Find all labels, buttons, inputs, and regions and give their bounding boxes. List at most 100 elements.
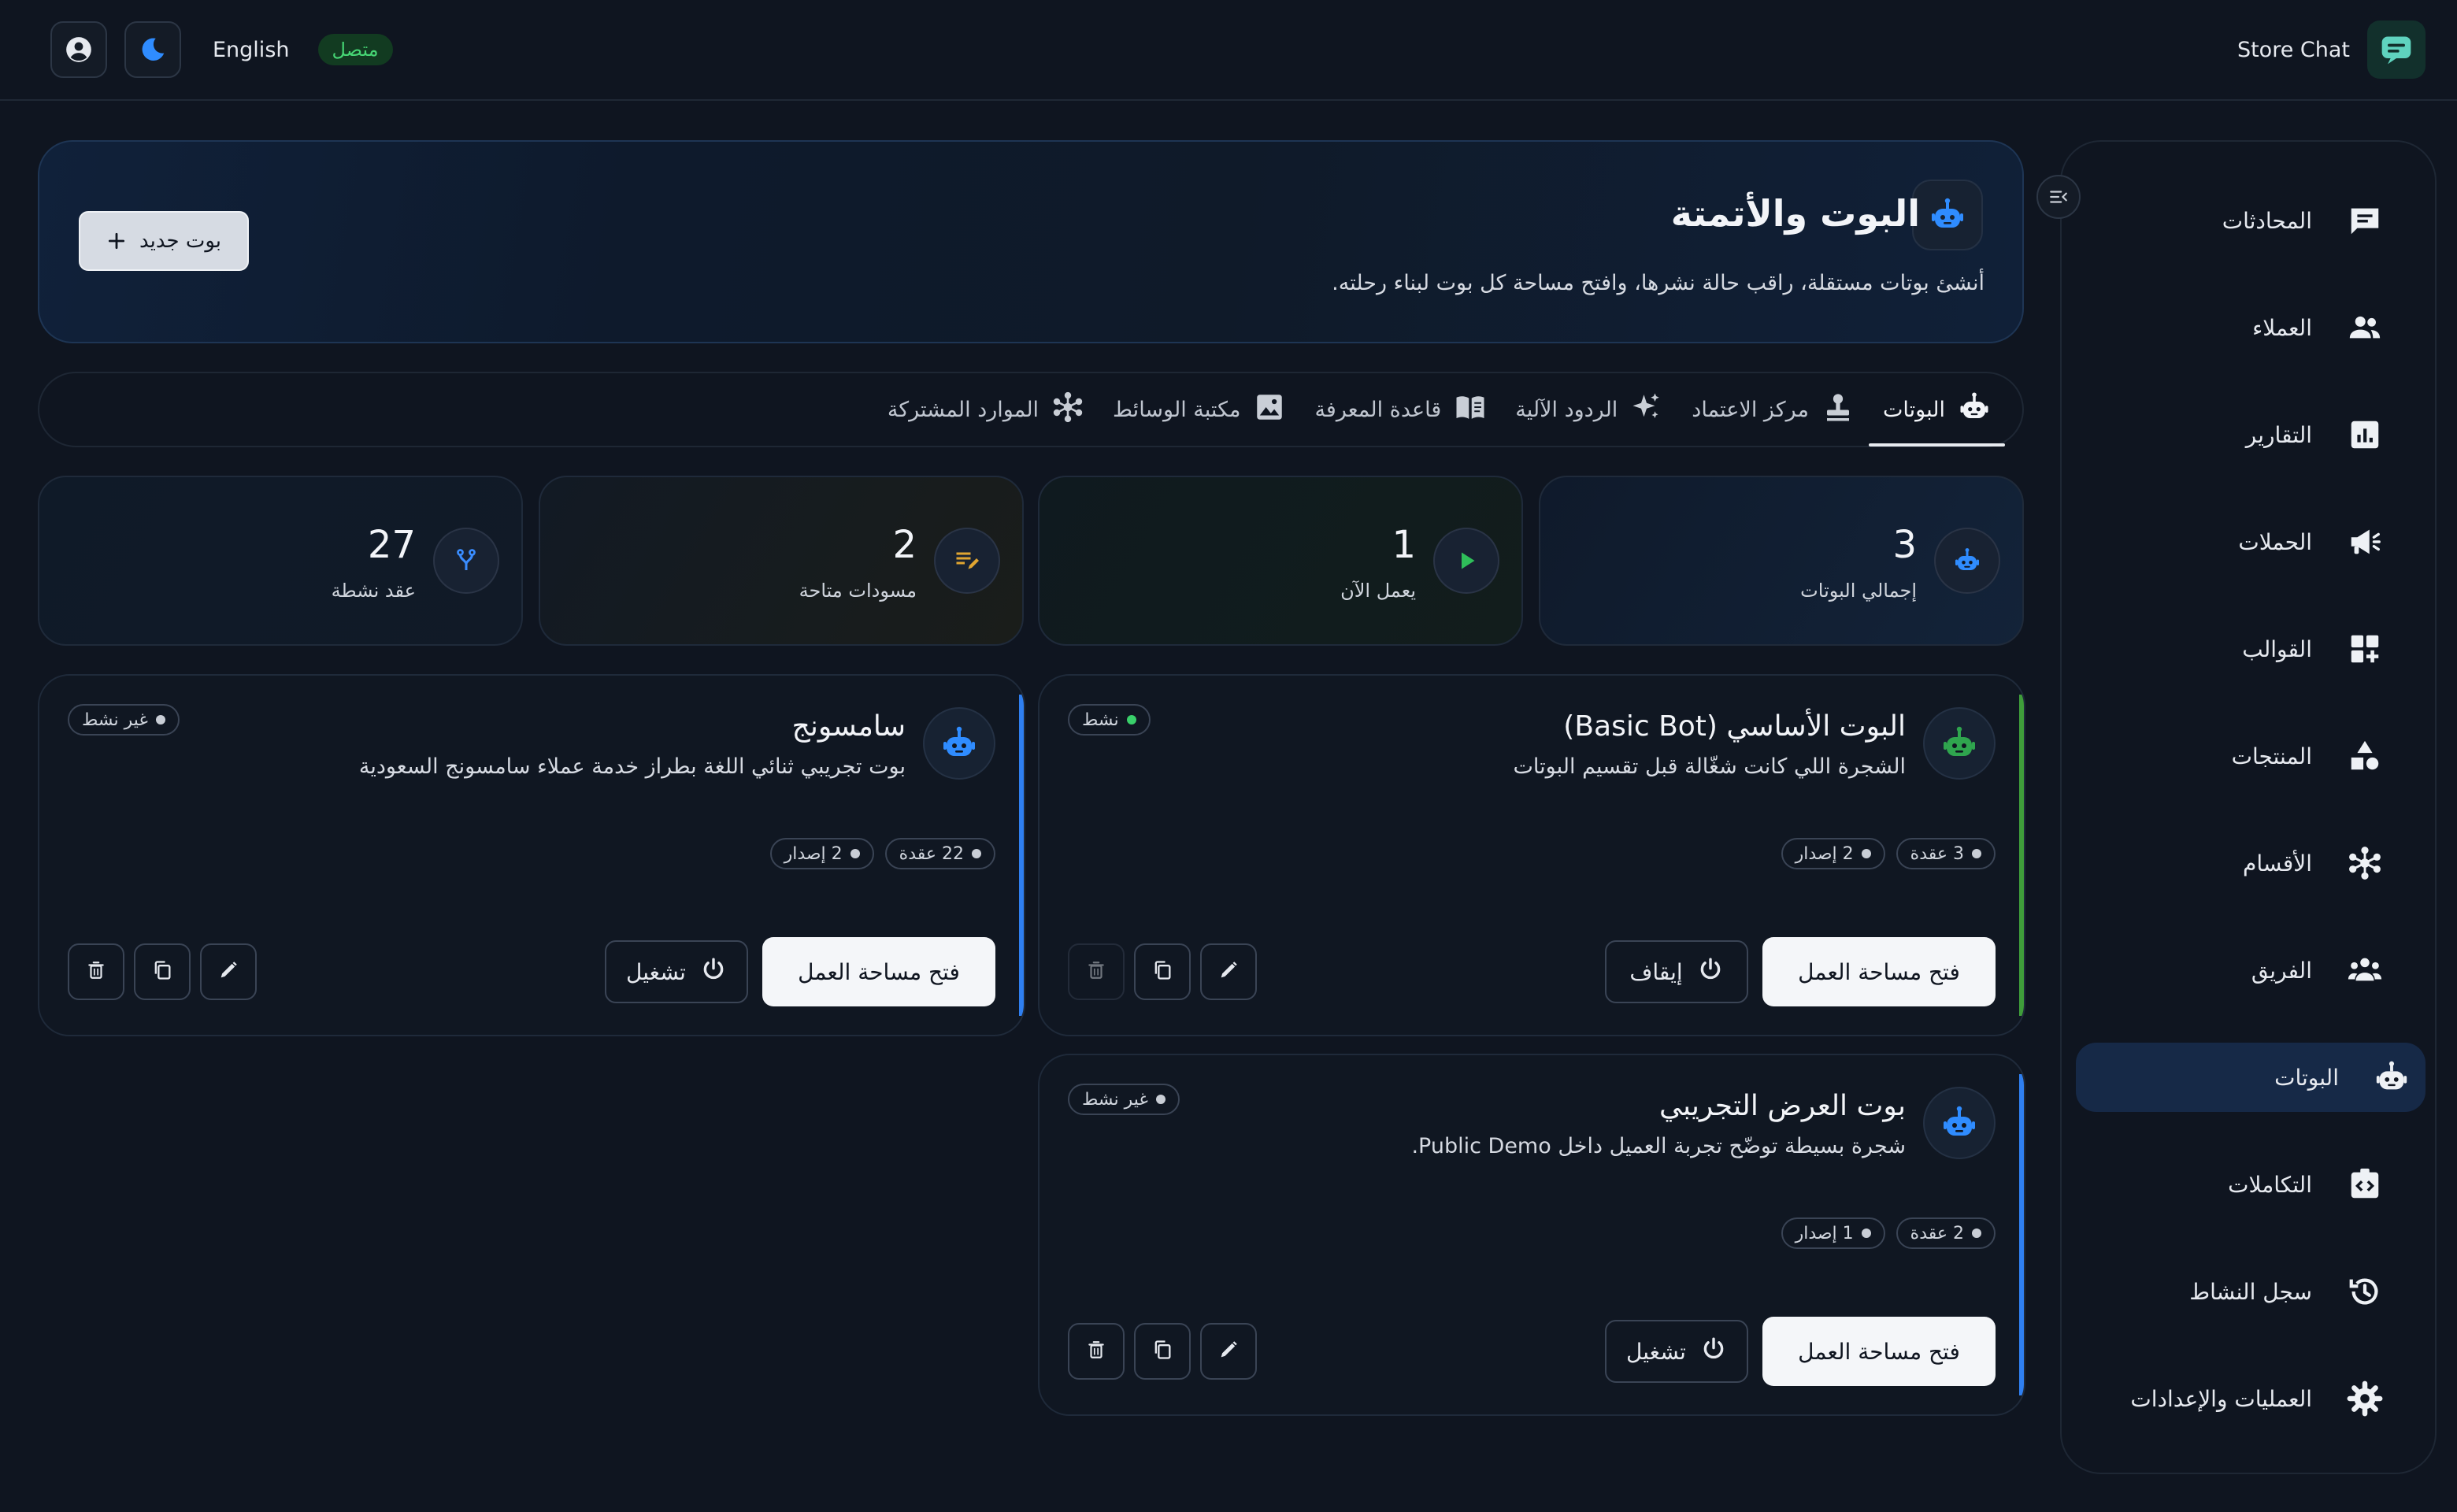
tab-label: البوتات	[1883, 397, 1945, 422]
chat-logo-icon	[2381, 36, 2411, 65]
sidebar-collapse-button[interactable]	[2036, 175, 2081, 219]
tab-image[interactable]: مكتبة الوسائط	[1099, 372, 1300, 447]
status-accent-bar	[2019, 695, 2024, 1016]
pencil-icon	[1217, 1339, 1240, 1364]
toggle-bot-button[interactable]: تشغيل	[1605, 1320, 1748, 1383]
bot-icon	[1934, 528, 2000, 594]
language-switch[interactable]: English	[213, 38, 290, 62]
sidebar-item-report[interactable]: التقارير	[2049, 400, 2399, 469]
sidebar-item-integration[interactable]: التكاملات	[2049, 1150, 2399, 1219]
delete-button[interactable]	[68, 943, 124, 1000]
bot-title: البوت الأساسي (Basic Bot)	[1563, 710, 1906, 743]
tab-hub[interactable]: الموارد المشتركة	[873, 372, 1099, 447]
sidebar-item-label: التقارير	[2245, 421, 2312, 448]
status-label: غير نشط	[1082, 1089, 1148, 1110]
sidebar-item-bot[interactable]: البوتات	[2076, 1043, 2426, 1112]
tab-sparkle[interactable]: الردود الآلية	[1501, 372, 1677, 447]
stat-card-edit-note: 2 مسودات متاحة	[539, 476, 1024, 646]
stat-label: مسودات متاحة	[799, 580, 917, 602]
new-bot-button[interactable]: بوت جديد	[79, 211, 249, 271]
pencil-icon	[1217, 959, 1240, 984]
bot-meta: 3 عقدة 2 إصدار	[1781, 838, 1996, 869]
theme-toggle-button[interactable]	[124, 21, 181, 78]
open-workspace-button[interactable]: فتح مساحة العمل	[1762, 1317, 1996, 1386]
brand: Store Chat	[2237, 20, 2426, 79]
power-icon	[700, 956, 727, 988]
toggle-bot-button[interactable]: إيقاف	[1605, 940, 1748, 1003]
templates-icon	[2347, 631, 2383, 667]
sidebar-item-label: البوتات	[2274, 1064, 2339, 1091]
sidebar-item-label: الأقسام	[2243, 850, 2312, 876]
delete-button[interactable]	[1068, 1323, 1125, 1380]
sidebar-item-team[interactable]: الفريق	[2049, 936, 2399, 1005]
team-icon	[2347, 952, 2383, 988]
fork-icon	[433, 528, 499, 594]
open-workspace-button[interactable]: فتح مساحة العمل	[762, 937, 995, 1006]
sidebar-item-label: الحملات	[2238, 528, 2312, 555]
duplicate-button[interactable]	[1134, 1323, 1191, 1380]
bot-card: سامسونج بوت تجريبي ثنائي اللغة بطراز خدم…	[38, 674, 1025, 1036]
copy-icon	[1151, 1339, 1173, 1364]
play-icon	[1433, 528, 1499, 594]
power-icon	[1700, 1336, 1727, 1368]
plus-icon	[108, 232, 125, 250]
tab-bot[interactable]: البوتات	[1869, 372, 2005, 447]
moon-icon	[142, 38, 165, 61]
edit-button[interactable]	[1200, 943, 1257, 1000]
stat-label: يعمل الآن	[1340, 580, 1416, 602]
account-icon	[66, 37, 91, 62]
bot-meta: 2 عقدة 1 إصدار	[1781, 1217, 1996, 1249]
brand-name: Store Chat	[2236, 37, 2350, 62]
status-label: نشط	[1082, 710, 1119, 730]
edit-button[interactable]	[1200, 1323, 1257, 1380]
duplicate-button[interactable]	[1134, 943, 1191, 1000]
sidebar-item-gear[interactable]: العمليات والإعدادات	[2049, 1364, 2399, 1433]
copy-icon	[151, 959, 173, 984]
power-icon	[1697, 956, 1724, 988]
status-label: غير نشط	[82, 710, 148, 730]
versions-count-chip: 2 إصدار	[769, 838, 874, 869]
trash-icon	[1086, 960, 1106, 984]
sidebar-item-hub[interactable]: الأقسام	[2049, 828, 2399, 898]
chip-dot	[1861, 849, 1871, 858]
delete-button[interactable]	[1068, 943, 1125, 1000]
bot-card: بوت العرض التجريبي شجرة بسيطة توضّح تجرب…	[1038, 1054, 2025, 1416]
sparkle-icon	[1630, 391, 1663, 429]
open-workspace-button[interactable]: فتح مساحة العمل	[1762, 937, 1996, 1006]
tab-stamp[interactable]: مركز الاعتماد	[1677, 372, 1869, 447]
pencil-icon	[217, 959, 239, 984]
sidebar-item-megaphone[interactable]: الحملات	[2049, 507, 2399, 576]
tab-book[interactable]: قاعدة المعرفة	[1300, 372, 1501, 447]
stat-card-play: 1 يعمل الآن	[1038, 476, 1523, 646]
connection-status-badge: متصل	[317, 34, 393, 65]
versions-count-chip: 2 إصدار	[1781, 838, 1885, 869]
page-header-card: البوت والأتمتة أنشئ بوتات مستقلة، راقب ح…	[38, 140, 2024, 343]
sidebar-item-label: المحادثات	[2222, 207, 2312, 234]
status-dot	[1155, 1095, 1166, 1104]
bot-icon	[923, 707, 995, 780]
stat-value: 3	[1892, 523, 1917, 567]
edit-button[interactable]	[200, 943, 257, 1000]
trash-icon	[1086, 1340, 1106, 1363]
sidebar-item-templates[interactable]: القوالب	[2049, 614, 2399, 684]
sidebar-item-users[interactable]: العملاء	[2049, 293, 2399, 362]
tab-label: مركز الاعتماد	[1692, 397, 1810, 422]
nodes-count: 3 عقدة	[1910, 843, 1964, 864]
page-title: البوت والأتمتة	[1670, 192, 1920, 235]
report-icon	[2347, 417, 2383, 453]
versions-count: 2 إصدار	[1795, 843, 1854, 864]
toggle-label: تشغيل	[1626, 1338, 1686, 1365]
sidebar-item-shapes[interactable]: المنتجات	[2049, 721, 2399, 791]
nodes-count-chip: 3 عقدة	[1896, 838, 1996, 869]
chip-dot	[1972, 849, 1981, 858]
stat-value: 27	[367, 523, 416, 567]
nodes-count: 22 عقدة	[899, 843, 964, 864]
collapse-icon	[2050, 191, 2067, 203]
account-button[interactable]	[50, 21, 107, 78]
sidebar-item-history[interactable]: سجل النشاط	[2049, 1257, 2399, 1326]
bot-icon	[1923, 1087, 1996, 1159]
toggle-bot-button[interactable]: تشغيل	[605, 940, 748, 1003]
duplicate-button[interactable]	[134, 943, 191, 1000]
sidebar-item-chat[interactable]: المحادثات	[2049, 186, 2399, 255]
image-icon	[1253, 391, 1286, 429]
